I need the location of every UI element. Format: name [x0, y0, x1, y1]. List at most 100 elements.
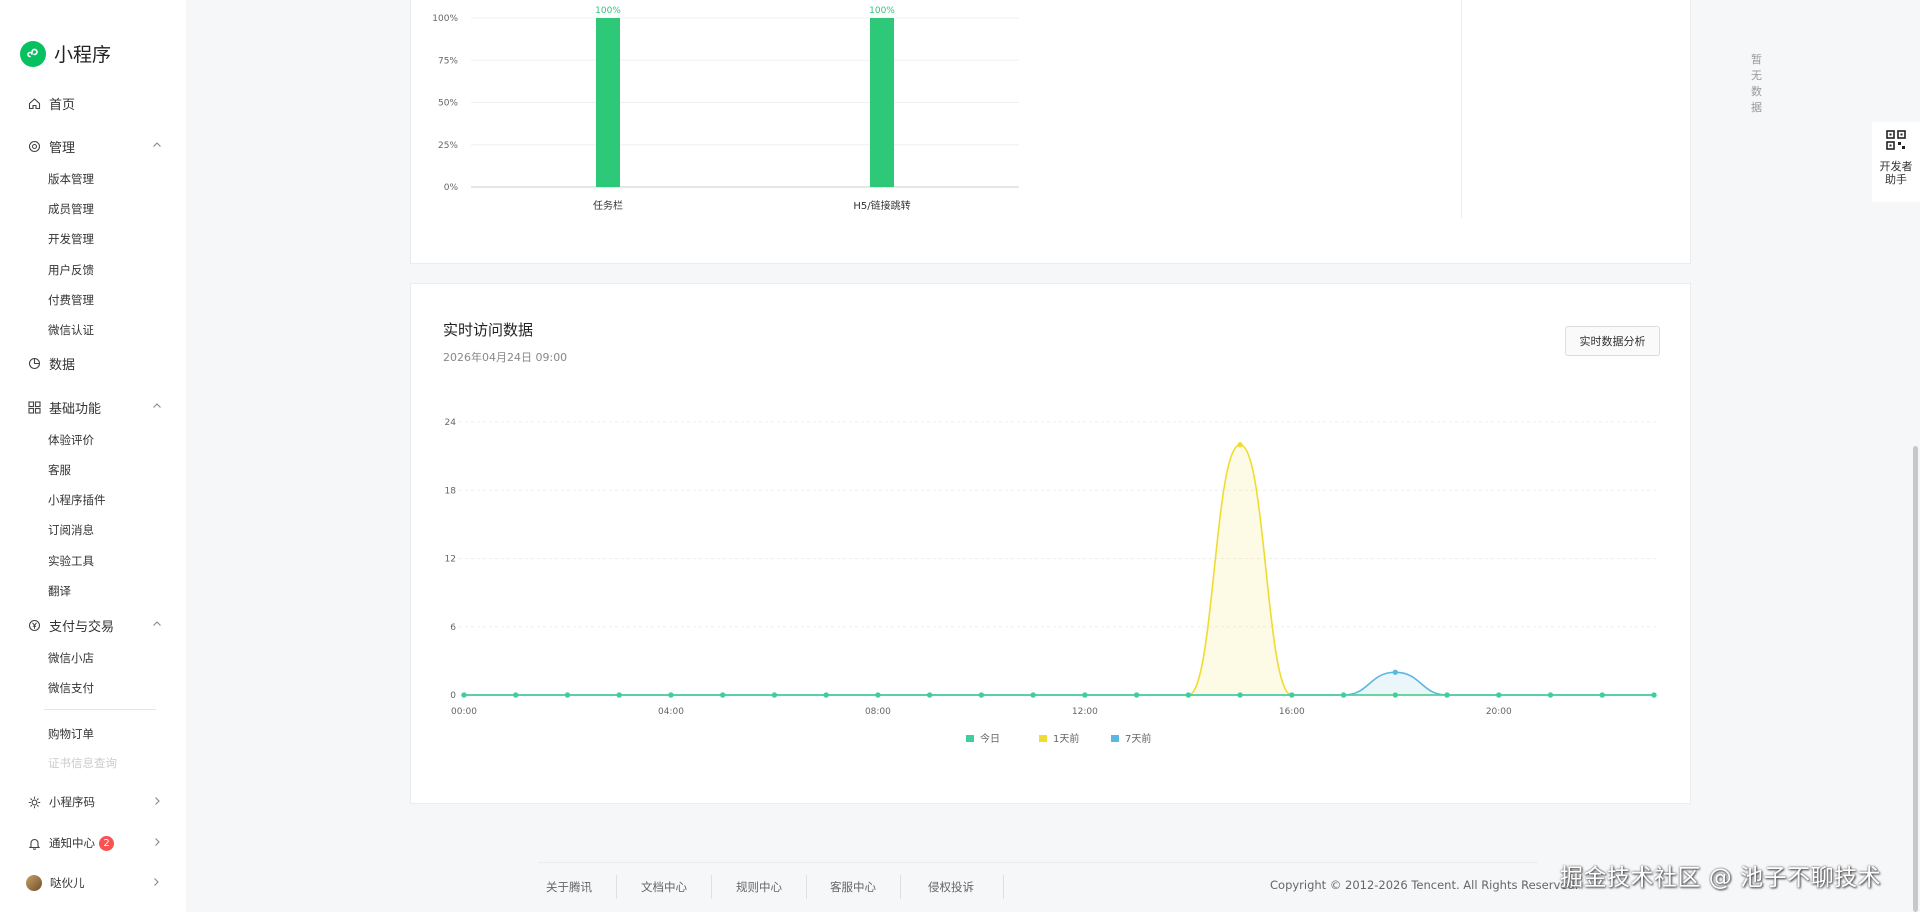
- sidebar-item-label: 数据: [49, 358, 76, 373]
- sidebar-item-cert[interactable]: 微信认证: [48, 322, 94, 338]
- sidebar-item-label: 首页: [49, 98, 76, 113]
- data-point: [1237, 692, 1243, 698]
- sidebar-item-plugin[interactable]: 小程序插件: [48, 492, 106, 508]
- data-point: [1289, 692, 1295, 698]
- bar-value-label: 100%: [869, 6, 895, 16]
- footer-separator: [616, 875, 617, 899]
- bar-chart: 0% 25% 50% 75% 100% 100% 任务栏 100% H5/链接跳转: [432, 6, 1019, 212]
- sidebar-item-dev[interactable]: 开发管理: [48, 231, 94, 247]
- x-tick-label: H5/链接跳转: [853, 199, 910, 212]
- sidebar-item-experiment[interactable]: 实验工具: [48, 553, 94, 569]
- sidebar-item-label: 通知中心: [49, 836, 95, 850]
- sun-icon: [27, 795, 41, 809]
- data-point: [1185, 692, 1191, 698]
- data-point: [1392, 669, 1398, 675]
- sidebar-item-label: 管理: [49, 141, 76, 156]
- legend-swatch: [1111, 735, 1119, 742]
- sidebar-item-notify[interactable]: 通知中心 2: [27, 835, 162, 851]
- footer-link-complaint[interactable]: 侵权投诉: [928, 879, 974, 895]
- brand-name: 小程序: [54, 44, 112, 66]
- bar: [870, 18, 894, 187]
- data-point: [1444, 692, 1450, 698]
- footer-separator: [900, 875, 901, 899]
- copyright: Copyright © 2012-2026 Tencent. All Right…: [1270, 878, 1579, 892]
- miniprogram-logo-icon: [20, 40, 46, 67]
- footer-link-docs[interactable]: 文档中心: [641, 879, 687, 895]
- footer-link-service[interactable]: 客服中心: [830, 879, 876, 895]
- x-tick-label: 04:00: [658, 707, 684, 717]
- data-point: [720, 692, 726, 698]
- yuan-icon: [27, 619, 41, 633]
- y-tick-label: 12: [445, 555, 456, 565]
- data-point: [513, 692, 519, 698]
- sidebar-item-wxpay[interactable]: 微信支付: [48, 680, 94, 696]
- sidebar-item-pay[interactable]: 支付与交易: [27, 616, 162, 635]
- chevron-right-icon: [152, 795, 162, 810]
- data-point: [823, 692, 829, 698]
- qrcode-icon: [1886, 130, 1906, 154]
- sidebar-item-home[interactable]: 首页: [27, 94, 162, 113]
- data-point: [564, 692, 571, 698]
- data-point: [1237, 442, 1243, 448]
- sidebar-item-version[interactable]: 版本管理: [48, 171, 94, 187]
- data-point: [1547, 692, 1554, 698]
- watermark: 掘金技术社区 @ 池子不聊技术: [1560, 865, 1882, 891]
- sidebar-item-orders[interactable]: 购物订单: [48, 726, 94, 742]
- sidebar-item-label: 小程序码: [49, 795, 95, 809]
- sidebar-item-manage[interactable]: 管理: [27, 137, 162, 156]
- entry-source-card: 0% 25% 50% 75% 100% 100% 任务栏 100% H5/链接跳转 暂无数据: [410, 0, 1762, 264]
- series-line: [463, 671, 1654, 696]
- data-point: [1082, 692, 1088, 698]
- x-tick-label: 16:00: [1279, 707, 1305, 717]
- y-tick-label: 6: [450, 623, 456, 633]
- sidebar-item-translate[interactable]: 翻译: [48, 583, 71, 599]
- sidebar-divider: [44, 709, 156, 710]
- notify-badge: 2: [99, 835, 114, 851]
- settings-icon: [27, 140, 41, 154]
- dev-helper-label: 开发者助手: [1879, 160, 1913, 186]
- series-area: [464, 672, 1654, 695]
- pie-chart-icon: [27, 357, 41, 371]
- footer-separator: [711, 875, 712, 899]
- data-point: [1134, 692, 1140, 698]
- card-divider: [1461, 0, 1462, 218]
- bar-value-label: 100%: [595, 6, 621, 16]
- sidebar-item-label: 支付与交易: [49, 620, 115, 635]
- data-point: [1392, 692, 1398, 698]
- data-point: [1599, 692, 1605, 698]
- data-point: [771, 692, 778, 698]
- data-point: [927, 692, 933, 698]
- sidebar-item-data[interactable]: 数据: [27, 354, 162, 373]
- chevron-right-icon: [151, 876, 161, 891]
- sidebar-item-label: 基础功能: [49, 402, 102, 417]
- sidebar-item-qrcode[interactable]: 小程序码: [27, 794, 162, 810]
- data-point: [616, 692, 622, 698]
- sidebar-item-shop[interactable]: 微信小店: [48, 650, 94, 666]
- sidebar-item-basic[interactable]: 基础功能: [27, 398, 162, 417]
- y-tick-label: 25%: [438, 141, 458, 151]
- brand[interactable]: 小程序: [20, 40, 111, 67]
- series-line: [463, 443, 1654, 696]
- y-tick-label: 18: [445, 486, 457, 496]
- x-tick-label: 08:00: [865, 707, 891, 717]
- sidebar-item-service[interactable]: 客服: [48, 462, 71, 478]
- sidebar-item-billing[interactable]: 付费管理: [48, 292, 94, 308]
- y-tick-label: 50%: [438, 99, 458, 109]
- x-tick-label: 00:00: [451, 707, 477, 717]
- page-scrollbar[interactable]: [1913, 446, 1918, 912]
- sidebar-item-user[interactable]: 哒伙儿: [26, 875, 161, 891]
- sidebar-item-subscribe[interactable]: 订阅消息: [48, 522, 94, 538]
- user-name: 哒伙儿: [50, 876, 85, 890]
- sidebar-item-members[interactable]: 成员管理: [48, 201, 94, 217]
- chevron-up-icon: [152, 139, 162, 154]
- data-point: [1030, 692, 1036, 698]
- sidebar-item-review[interactable]: 体验评价: [48, 432, 94, 448]
- bell-icon: [27, 836, 41, 850]
- sidebar-item-faded[interactable]: 证书信息查询: [48, 755, 117, 771]
- footer-link-rules[interactable]: 规则中心: [736, 879, 782, 895]
- y-tick-label: 75%: [438, 56, 458, 66]
- sidebar-item-feedback[interactable]: 用户反馈: [48, 262, 94, 278]
- dev-helper-button[interactable]: 开发者助手: [1872, 122, 1920, 202]
- grid-icon: [27, 401, 41, 415]
- footer-link-about[interactable]: 关于腾讯: [546, 879, 592, 895]
